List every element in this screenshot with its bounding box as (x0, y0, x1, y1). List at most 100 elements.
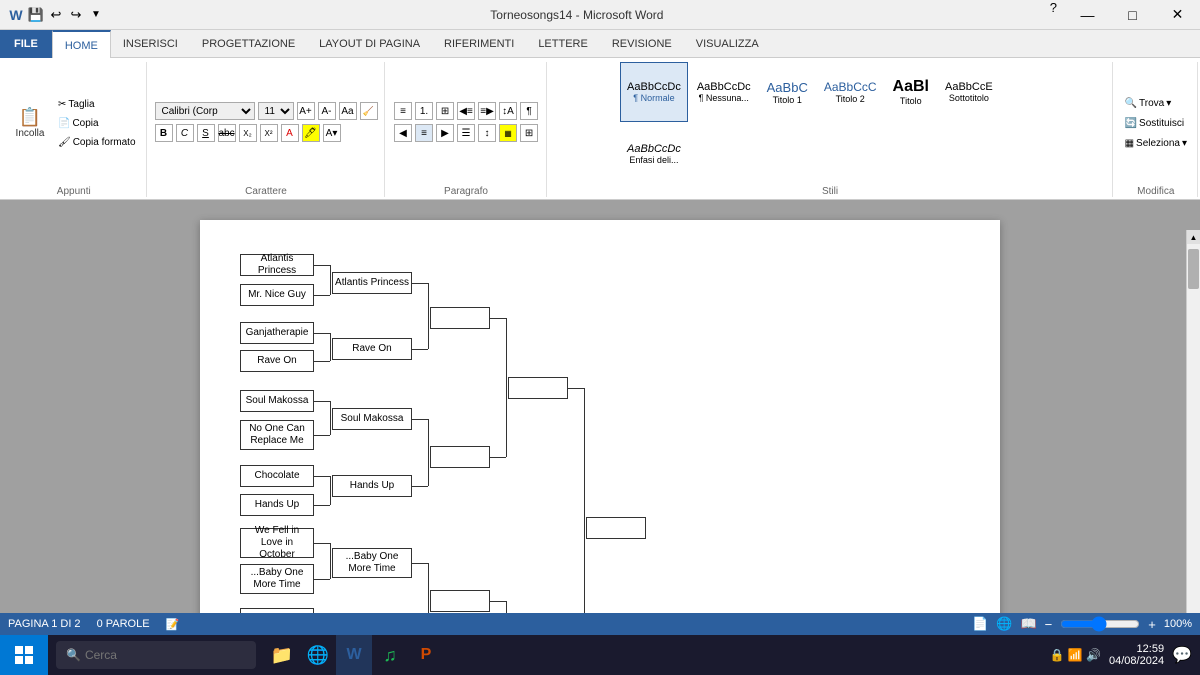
taskbar-files-button[interactable]: 📁 (264, 635, 300, 675)
maximize-button[interactable]: □ (1110, 0, 1155, 30)
r1-v-1 (330, 265, 331, 295)
font-grow-button[interactable]: A+ (297, 102, 315, 120)
layout-web-button[interactable]: 🌐 (996, 616, 1012, 632)
bullets-button[interactable]: ≡ (394, 102, 412, 120)
decrease-indent-button[interactable]: ◀≡ (457, 102, 475, 120)
redo-icon[interactable]: ↪ (68, 7, 84, 23)
font-label: Carattere (245, 186, 287, 197)
customize-icon[interactable]: ▼ (88, 7, 104, 23)
copy-button[interactable]: 📄 Copia (54, 114, 140, 132)
show-para-button[interactable]: ¶ (520, 102, 538, 120)
tab-inserisci[interactable]: INSERISCI (111, 30, 190, 58)
vscroll-track[interactable] (1187, 244, 1200, 613)
border-button[interactable]: ⊞ (520, 124, 538, 142)
zoom-out-button[interactable]: − (1045, 617, 1053, 632)
taskbar-clock: 12:59 04/08/2024 (1109, 643, 1164, 667)
taskbar-word-button[interactable]: W (336, 635, 372, 675)
style-titolo[interactable]: AaBl Titolo (886, 62, 936, 122)
styles-area: AaBbCcDc ¶ Normale AaBbCcDc ¶ Nessuna...… (620, 62, 1040, 184)
r4-v-1 (584, 388, 585, 613)
taskbar-search[interactable]: 🔍 (56, 641, 256, 669)
zoom-slider[interactable] (1060, 616, 1140, 632)
style-nessuna[interactable]: AaBbCcDc ¶ Nessuna... (690, 62, 758, 122)
style-enfasi[interactable]: AaBbCcDc Enfasi deli... (620, 124, 688, 184)
tab-file[interactable]: FILE (0, 30, 52, 58)
cut-button[interactable]: ✂ Taglia (54, 95, 140, 113)
highlight-button[interactable]: 🖊 (302, 124, 320, 142)
fill-color-button[interactable]: ▦ (499, 124, 517, 142)
replace-button[interactable]: 🔄 Sostituisci (1121, 114, 1191, 132)
r4-conn-1 (568, 388, 584, 389)
r1-box-1: Atlantis Princess (240, 254, 314, 276)
zoom-in-button[interactable]: + (1148, 617, 1156, 632)
line-spacing-button[interactable]: ↕ (478, 124, 496, 142)
vscroll-thumb[interactable] (1188, 249, 1199, 289)
increase-indent-button[interactable]: ≡▶ (478, 102, 496, 120)
taskbar-spotify-button[interactable]: ♫ (372, 635, 408, 675)
text-color-button[interactable]: A▾ (323, 124, 341, 142)
sort-button[interactable]: ↕A (499, 102, 517, 120)
vscroll[interactable]: ▲ ▼ (1186, 230, 1200, 613)
subscript-button[interactable]: X₂ (239, 124, 257, 142)
style-titolo1[interactable]: AaBbC Titolo 1 (760, 62, 815, 122)
r3-box-2 (430, 446, 490, 468)
style-normale-label: ¶ Normale (633, 93, 674, 103)
tab-home[interactable]: HOME (52, 30, 111, 59)
tab-revisione[interactable]: REVISIONE (600, 30, 684, 58)
tab-lettere[interactable]: LETTERE (526, 30, 600, 58)
r1-box-9: We Fell in Love in October (240, 528, 314, 558)
save-icon[interactable]: 💾 (28, 7, 44, 23)
notifications-icon[interactable]: 💬 (1172, 645, 1192, 665)
strikethrough-button[interactable]: abc (218, 124, 236, 142)
r2-conn-4 (412, 486, 428, 487)
align-left-button[interactable]: ◀ (394, 124, 412, 142)
proofread-icon[interactable]: 📝 (166, 618, 180, 631)
superscript-button[interactable]: X² (260, 124, 278, 142)
clipboard-group: 📋 Incolla ✂ Taglia 📄 Copia 🖌 Copia forma… (2, 62, 147, 197)
search-input[interactable] (85, 648, 235, 662)
undo-icon[interactable]: ↩ (48, 7, 64, 23)
align-center-button[interactable]: ≡ (415, 124, 433, 142)
tab-visualizza[interactable]: VISUALIZZA (684, 30, 771, 58)
clear-format-button[interactable]: 🧹 (360, 102, 378, 120)
italic-button[interactable]: C (176, 124, 194, 142)
select-button[interactable]: ▦ Seleziona ▾ (1121, 134, 1191, 152)
vscroll-up-button[interactable]: ▲ (1187, 230, 1200, 244)
style-sottotitolo[interactable]: AaBbCcE Sottotitolo (938, 62, 1000, 122)
final-box (586, 517, 646, 539)
style-normale[interactable]: AaBbCcDc ¶ Normale (620, 62, 688, 122)
justify-button[interactable]: ☰ (457, 124, 475, 142)
layout-print-button[interactable]: 📄 (972, 616, 988, 632)
taskbar-powerpoint-button[interactable]: P (408, 635, 444, 675)
tab-riferimenti[interactable]: RIFERIMENTI (432, 30, 526, 58)
layout-read-button[interactable]: 📖 (1020, 616, 1036, 632)
taskbar-chrome-button[interactable]: 🌐 (300, 635, 336, 675)
multilevel-button[interactable]: ⊞ (436, 102, 454, 120)
font-name-select[interactable]: Calibri (Corp (155, 102, 255, 120)
r2-box-3: Soul Makossa (332, 408, 412, 430)
r1-box-11: Friesenjung (240, 608, 314, 613)
close-button[interactable]: ✕ (1155, 0, 1200, 30)
ribbon-tabs: FILE HOME INSERISCI PROGETTAZIONE LAYOUT… (0, 30, 1200, 58)
tab-progettazione[interactable]: PROGETTAZIONE (190, 30, 307, 58)
files-icon: 📁 (271, 645, 293, 666)
bold-button[interactable]: B (155, 124, 173, 142)
style-sottotitolo-label: Sottotitolo (949, 93, 989, 103)
numbering-button[interactable]: 1. (415, 102, 433, 120)
style-titolo2[interactable]: AaBbCcC Titolo 2 (817, 62, 884, 122)
font-size-select[interactable]: 11 (258, 102, 294, 120)
align-right-button[interactable]: ▶ (436, 124, 454, 142)
font-shrink-button[interactable]: A- (318, 102, 336, 120)
format-button[interactable]: 🖌 Copia formato (54, 133, 140, 151)
tab-layout[interactable]: LAYOUT DI PAGINA (307, 30, 432, 58)
paste-button[interactable]: 📋 Incolla (8, 104, 52, 143)
start-button[interactable] (0, 635, 48, 675)
help-icon[interactable]: ? (1042, 0, 1065, 30)
minimize-button[interactable]: — (1065, 0, 1110, 30)
font-color-button[interactable]: A (281, 124, 299, 142)
font-case-button[interactable]: Aa (339, 102, 357, 120)
underline-button[interactable]: S (197, 124, 215, 142)
titlebar-title: Torneosongs14 - Microsoft Word (112, 8, 1042, 22)
find-button[interactable]: 🔍 Trova ▾ (1121, 94, 1191, 112)
doc-area[interactable]: Atlantis Princess Mr. Nice Guy Atlantis … (0, 200, 1200, 613)
